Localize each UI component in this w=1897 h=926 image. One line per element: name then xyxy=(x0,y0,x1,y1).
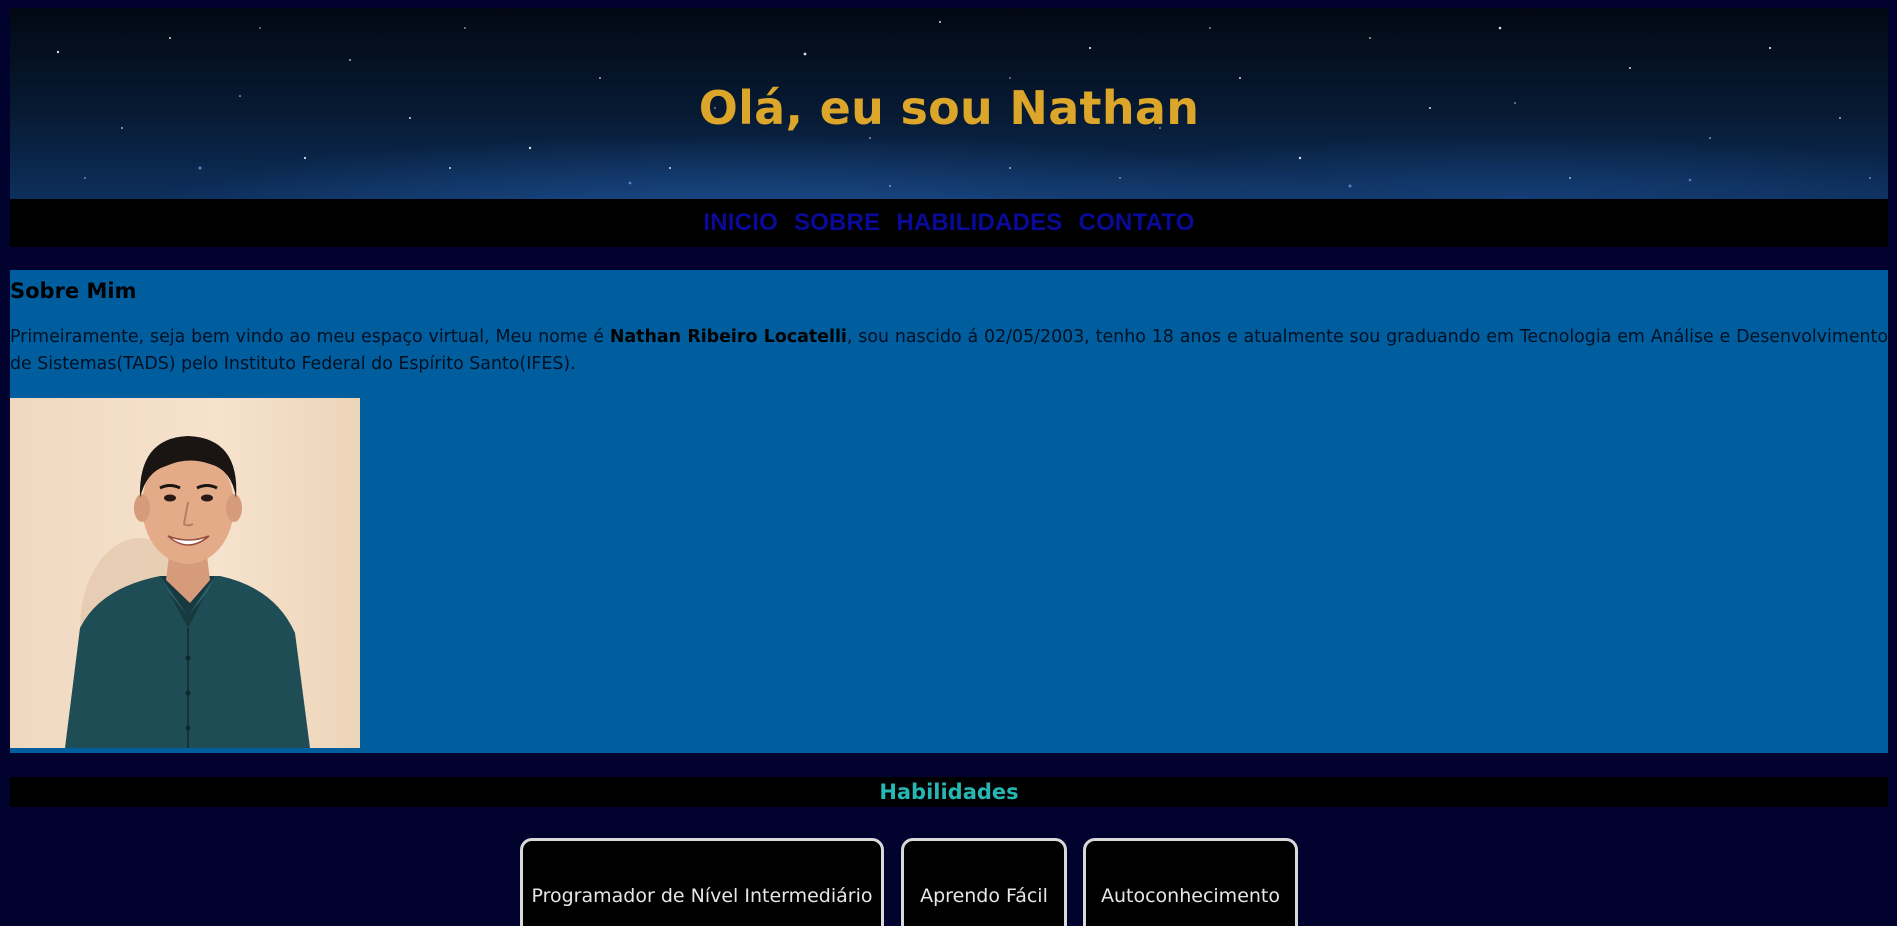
skill-card-aprendo-facil[interactable]: Aprendo Fácil xyxy=(901,838,1067,926)
nav-link-habilidades[interactable]: HABILIDADES xyxy=(896,209,1062,237)
nav-link-sobre[interactable]: SOBRE xyxy=(794,209,880,237)
main-nav: INICIO SOBRE HABILIDADES CONTATO xyxy=(10,199,1888,247)
about-paragraph: Primeiramente, seja bem vindo ao meu esp… xyxy=(10,324,1888,378)
portrait-illustration xyxy=(65,436,310,748)
skill-card-programador[interactable]: Programador de Nível Intermediário xyxy=(520,838,884,926)
nav-link-contato[interactable]: CONTATO xyxy=(1079,209,1195,237)
profile-photo xyxy=(10,398,360,748)
about-section: Sobre Mim Primeiramente, seja bem vindo … xyxy=(10,270,1888,753)
nav-link-inicio[interactable]: INICIO xyxy=(703,209,778,237)
hero-banner: Olá, eu sou Nathan xyxy=(10,8,1888,199)
page-title: Olá, eu sou Nathan xyxy=(698,81,1200,135)
skills-heading-bar: Habilidades xyxy=(10,777,1888,807)
skills-heading: Habilidades xyxy=(879,780,1019,804)
skill-card-autoconhecimento[interactable]: Autoconhecimento xyxy=(1083,838,1298,926)
page: Olá, eu sou Nathan INICIO SOBRE HABILIDA… xyxy=(0,0,1897,926)
about-name: Nathan Ribeiro Locatelli xyxy=(609,327,847,347)
skills-cards: Programador de Nível Intermediário Apren… xyxy=(0,838,1897,926)
about-text-intro: Primeiramente, seja bem vindo ao meu esp… xyxy=(10,327,610,347)
about-heading: Sobre Mim xyxy=(10,279,137,303)
